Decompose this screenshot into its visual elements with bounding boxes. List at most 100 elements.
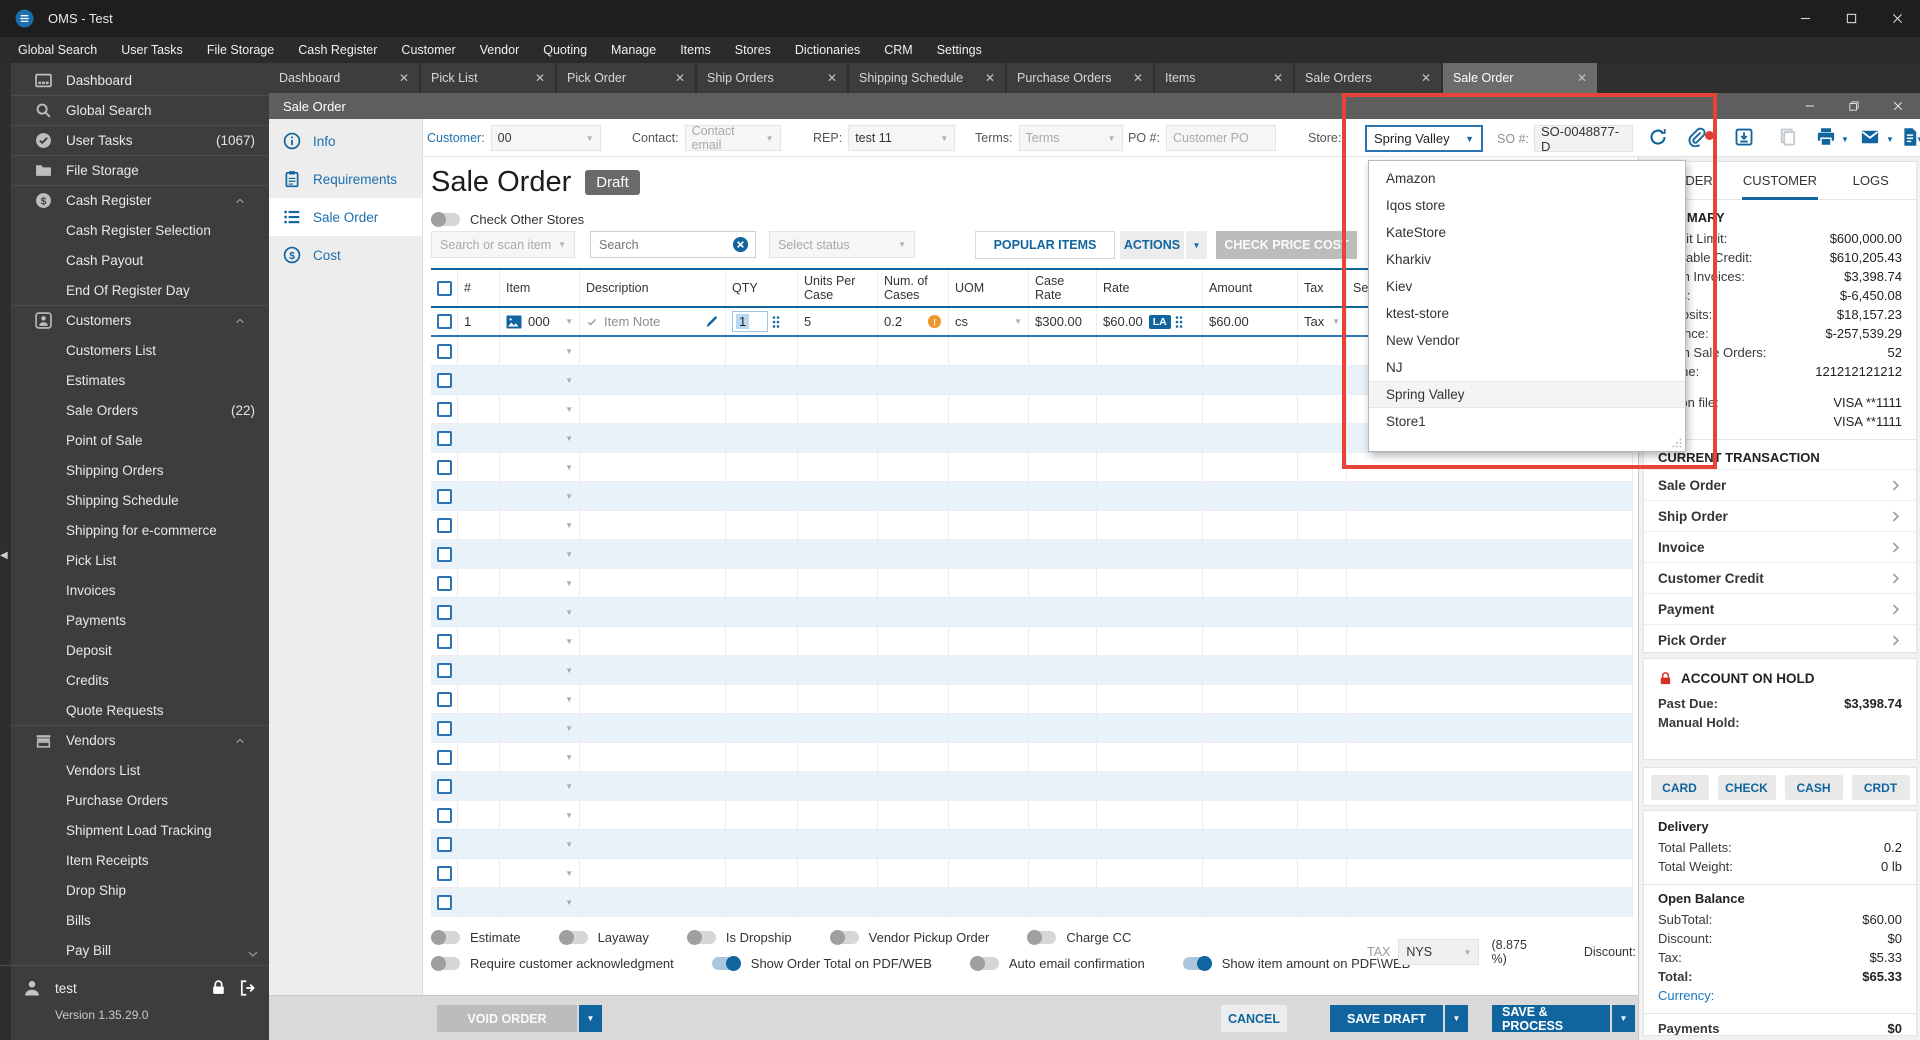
sidebar-item-shipping-for-e-commerce[interactable]: Shipping for e-commerce	[11, 515, 269, 545]
sidebar-item-customers[interactable]: Customers	[11, 305, 269, 335]
tab-items[interactable]: Items ✕	[1155, 63, 1295, 93]
row-checkbox[interactable]	[437, 430, 452, 446]
drag-handle-icon[interactable]	[1175, 315, 1183, 329]
column-header-uom[interactable]: UOM	[949, 270, 1029, 306]
sidebar-item-cash-payout[interactable]: Cash Payout	[11, 245, 269, 275]
row-checkbox[interactable]	[437, 807, 452, 823]
save-process-caret[interactable]: ▼	[1612, 1005, 1635, 1032]
cell-select[interactable]	[431, 569, 458, 597]
menu-item-crm[interactable]: CRM	[872, 37, 924, 63]
so-number-input[interactable]: SO-0048877-D	[1534, 124, 1633, 154]
column-header-case-rate[interactable]: Case Rate	[1029, 270, 1097, 306]
row-checkbox[interactable]	[437, 517, 452, 533]
menu-item-dictionaries[interactable]: Dictionaries	[783, 37, 872, 63]
cell-item[interactable]: ▼	[500, 424, 580, 452]
cell-item[interactable]: ▼	[500, 337, 580, 365]
row-checkbox[interactable]	[437, 633, 452, 649]
cell-select[interactable]	[431, 685, 458, 713]
lock-icon[interactable]	[210, 979, 227, 996]
menu-item-settings[interactable]: Settings	[925, 37, 994, 63]
cell-select[interactable]	[431, 540, 458, 568]
pay-button-cash[interactable]: CASH	[1784, 775, 1843, 800]
maximize-icon[interactable]	[1828, 0, 1874, 37]
search-input[interactable]	[597, 236, 732, 253]
cell-description[interactable]: Item Note	[580, 308, 726, 335]
cell-select[interactable]	[431, 656, 458, 684]
store-option-store1[interactable]: Store1	[1369, 408, 1685, 435]
pay-button-card[interactable]: CARD	[1650, 775, 1709, 800]
panel-tab-customer[interactable]: CUSTOMER	[1735, 162, 1826, 200]
sidebar-item-shipping-orders[interactable]: Shipping Orders	[11, 455, 269, 485]
cell-item[interactable]: ▼	[500, 772, 580, 800]
row-checkbox[interactable]	[437, 401, 452, 417]
tab-sale-order[interactable]: Sale Order ✕	[1443, 63, 1599, 93]
store-option-nj[interactable]: NJ	[1369, 354, 1685, 381]
sidebar-item-dashboard[interactable]: Dashboard	[11, 65, 269, 95]
tab-sale-orders[interactable]: Sale Orders ✕	[1295, 63, 1443, 93]
close-icon[interactable]	[1874, 0, 1920, 37]
sidebar-item-user-tasks[interactable]: User Tasks (1067)	[11, 125, 269, 155]
email-menu-caret-icon[interactable]: ▼	[1886, 135, 1894, 144]
tab-close-icon[interactable]: ✕	[977, 71, 995, 85]
contact-select[interactable]: Contact email ▼	[684, 124, 781, 152]
check-other-stores-toggle[interactable]	[431, 212, 460, 227]
cell-uom[interactable]: cs ▼	[949, 308, 1029, 335]
cell-select[interactable]	[431, 366, 458, 394]
store-option-iqos-store[interactable]: Iqos store	[1369, 192, 1685, 219]
menu-item-cash-register[interactable]: Cash Register	[286, 37, 389, 63]
toggle-switch[interactable]	[431, 930, 460, 945]
sidebar-item-deposit[interactable]: Deposit	[11, 635, 269, 665]
menu-item-stores[interactable]: Stores	[723, 37, 783, 63]
sidebar-item-payments[interactable]: Payments	[11, 605, 269, 635]
sidebar-item-shipping-schedule[interactable]: Shipping Schedule	[11, 485, 269, 515]
cell-item[interactable]: ▼	[500, 714, 580, 742]
tab-ship-orders[interactable]: Ship Orders ✕	[697, 63, 849, 93]
cell-select[interactable]	[431, 714, 458, 742]
tab-purchase-orders[interactable]: Purchase Orders ✕	[1007, 63, 1155, 93]
cell-item[interactable]: ▼	[500, 395, 580, 423]
customer-select[interactable]: 00 ▼	[490, 125, 601, 151]
cell-item[interactable]: ▼	[500, 569, 580, 597]
store-option-amazon[interactable]: Amazon	[1369, 165, 1685, 192]
doc-nav-cost[interactable]: $ Cost	[269, 236, 422, 274]
column-header-rate[interactable]: Rate	[1097, 270, 1203, 306]
cell-item[interactable]: ▼	[500, 656, 580, 684]
cell-select[interactable]	[431, 424, 458, 452]
doc-nav-info[interactable]: Info	[269, 122, 422, 160]
row-checkbox[interactable]	[437, 459, 452, 475]
sidebar-item-purchase-orders[interactable]: Purchase Orders	[11, 785, 269, 815]
sidebar-item-shipment-load-tracking[interactable]: Shipment Load Tracking	[11, 815, 269, 845]
tab-pick-order[interactable]: Pick Order ✕	[557, 63, 697, 93]
toggle-switch[interactable]	[711, 956, 741, 971]
popular-items-button[interactable]: POPULAR ITEMS	[975, 231, 1115, 259]
item-search-select[interactable]: Search or scan item ▼	[431, 231, 575, 258]
inner-close-icon[interactable]	[1876, 93, 1920, 119]
cell-select[interactable]	[431, 627, 458, 655]
cell-select[interactable]	[431, 830, 458, 858]
check-price-cost-button[interactable]: CHECK PRICE COST	[1216, 231, 1357, 259]
tab-close-icon[interactable]: ✕	[1413, 71, 1431, 85]
pay-button-check[interactable]: CHECK	[1717, 775, 1776, 800]
toggle-switch[interactable]	[558, 930, 588, 945]
cell-item[interactable]: 000 ▼	[500, 308, 580, 335]
tab-close-icon[interactable]: ✕	[1125, 71, 1143, 85]
sidebar-item-cash-register-selection[interactable]: Cash Register Selection	[11, 215, 269, 245]
section-ship-order[interactable]: Ship Order	[1644, 500, 1916, 531]
cell-item[interactable]: ▼	[500, 511, 580, 539]
row-checkbox[interactable]	[437, 575, 452, 591]
sidebar-collapse-strip[interactable]: ◀	[0, 63, 11, 1040]
tab-close-icon[interactable]: ✕	[819, 71, 837, 85]
sidebar-scroll-down-icon[interactable]	[247, 948, 259, 960]
tab-close-icon[interactable]: ✕	[1569, 71, 1587, 85]
column-header-units-per-case[interactable]: Units Per Case	[798, 270, 878, 306]
sidebar-item-point-of-sale[interactable]: Point of Sale	[11, 425, 269, 455]
sidebar-item-global-search[interactable]: Global Search	[11, 95, 269, 125]
cell-item[interactable]: ▼	[500, 482, 580, 510]
cell-item[interactable]: ▼	[500, 540, 580, 568]
cell-item[interactable]: ▼	[500, 453, 580, 481]
copy-icon[interactable]	[1778, 127, 1798, 147]
section-sale-order[interactable]: Sale Order	[1644, 469, 1916, 500]
save-icon[interactable]	[1734, 127, 1754, 147]
po-input[interactable]: Customer PO	[1165, 125, 1276, 151]
row-checkbox[interactable]	[437, 894, 452, 910]
